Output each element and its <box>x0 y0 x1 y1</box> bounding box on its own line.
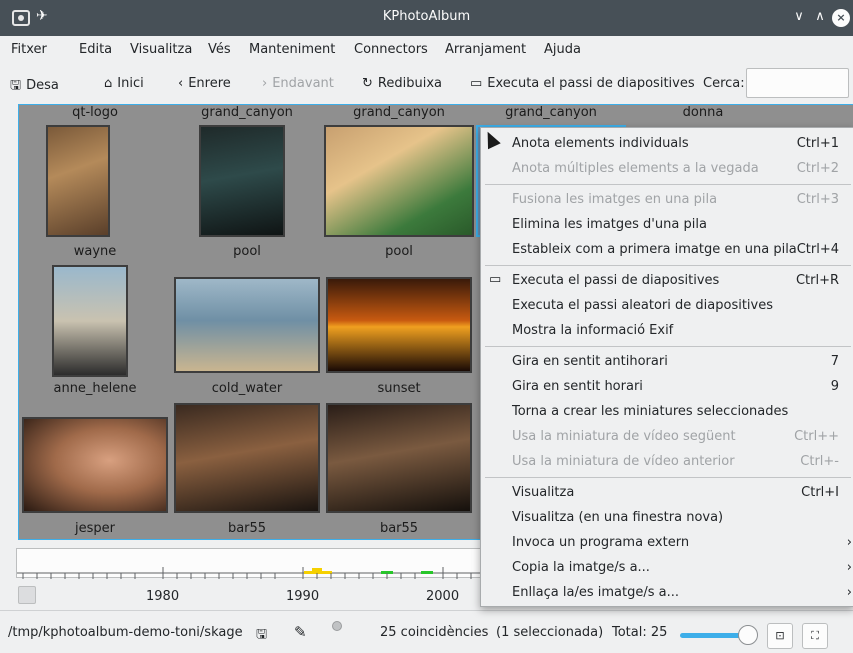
fullscreen-icon: ⛶ <box>811 629 819 642</box>
thumbnail-size-slider-handle[interactable] <box>738 625 758 645</box>
thumbnail-image[interactable] <box>326 403 472 513</box>
thumbnail-image[interactable] <box>52 265 128 377</box>
menu-ajuda[interactable]: Ajuda <box>544 42 581 57</box>
menu-ves[interactable]: Vés <box>208 42 231 57</box>
thumbnail-image[interactable] <box>326 277 472 373</box>
fullscreen-button[interactable]: ⛶ <box>802 623 828 649</box>
thumbnail-image[interactable] <box>22 417 168 513</box>
menu-item-merge-stack[interactable]: Fusiona les imatges en una pila Ctrl+3 <box>481 188 853 212</box>
timeline-scroll-button[interactable] <box>18 586 36 604</box>
thumb-label: donna <box>682 105 724 120</box>
chevron-left-icon: ‹ <box>178 76 184 91</box>
menu-item-annotate-multiple[interactable]: Anota múltiples elements a la vegada Ctrl… <box>481 157 853 181</box>
menu-item-link-to[interactable]: Enllaça la/es imatge/s a... › <box>481 581 853 605</box>
menu-item-random-slideshow[interactable]: Executa el passi aleatori de diapositive… <box>481 294 853 318</box>
thumb-label: pool <box>233 244 261 259</box>
menu-item-slideshow[interactable]: ▭ Executa el passi de diapositives Ctrl+R <box>481 269 853 293</box>
menu-item-show-exif[interactable]: Mostra la informació Exif <box>481 319 853 343</box>
menu-manteniment[interactable]: Manteniment <box>249 42 335 57</box>
thumb-label: anne_helene <box>53 381 137 396</box>
status-path: /tmp/kphotoalbum-demo-toni/skage <box>8 625 243 640</box>
save-button[interactable]: 🖫 Desa <box>10 76 59 98</box>
menu-item-view[interactable]: Visualitza Ctrl+I <box>481 481 853 505</box>
title-bar: ✈ KPhotoAlbum ∨ ∧ × <box>0 0 853 36</box>
thumb-label: sunset <box>377 381 421 396</box>
forward-button[interactable]: › Endavant <box>262 76 334 91</box>
timeline-year: 1990 <box>286 589 320 604</box>
thumbnail-image[interactable] <box>324 125 474 237</box>
status-led-icon <box>332 621 342 631</box>
save-status-icon: 🖫 <box>256 627 268 642</box>
menu-item-rotate-ccw[interactable]: Gira en sentit antihorari 7 <box>481 350 853 374</box>
status-bar: /tmp/kphotoalbum-demo-toni/skage 🖫 ✎ 25 … <box>0 610 853 653</box>
context-menu: Anota elements individuals Ctrl+1 Anota m… <box>480 127 853 607</box>
menu-item-set-first-in-stack[interactable]: Estableix com a primera imatge en una pi… <box>481 238 853 262</box>
minimize-button[interactable]: ∨ <box>790 8 808 26</box>
toolbar: 🖫 Desa ⌂ Inici ‹ Enrere › Endavant ↻ Redibuix… <box>0 64 853 104</box>
menu-item-next-video-thumb[interactable]: Usa la miniatura de vídeo següent Ctrl++ <box>481 425 853 449</box>
thumbnail-image[interactable] <box>174 403 320 513</box>
thumbnail-size-slider[interactable] <box>680 633 746 638</box>
lock-icon[interactable]: ✎ <box>294 623 307 641</box>
search-label: Cerca: <box>703 76 745 91</box>
save-icon: 🖫 <box>10 78 22 93</box>
menu-edita[interactable]: Edita <box>79 42 112 57</box>
close-button[interactable]: × <box>832 9 850 27</box>
thumb-label: jesper <box>75 521 115 536</box>
menu-visualitza[interactable]: Visualitza <box>130 42 192 57</box>
maximize-button[interactable]: ∧ <box>811 8 829 26</box>
chevron-right-icon: › <box>846 535 852 550</box>
menu-separator <box>485 265 851 266</box>
fit-view-button[interactable]: ⊡ <box>767 623 793 649</box>
menu-item-rotate-cw[interactable]: Gira en sentit horari 9 <box>481 375 853 399</box>
menu-item-previous-video-thumb[interactable]: Usa la miniatura de vídeo anterior Ctrl+- <box>481 450 853 474</box>
redraw-icon: ↻ <box>362 76 373 91</box>
search-input[interactable] <box>746 68 849 98</box>
thumb-label: grand_canyon <box>201 105 293 120</box>
thumb-label: pool <box>385 244 413 259</box>
thumb-label: qt-logo <box>72 105 118 120</box>
chevron-right-icon: › <box>846 560 852 575</box>
home-button[interactable]: ⌂ Inici <box>104 76 144 91</box>
zoom-fit-icon: ⊡ <box>775 629 785 642</box>
chevron-right-icon: › <box>846 585 852 600</box>
menu-arranjament[interactable]: Arranjament <box>445 42 526 57</box>
menu-bar: Fitxer Edita Visualitza Vés Manteniment … <box>0 36 853 64</box>
slideshow-icon: ▭ <box>489 272 502 287</box>
menu-connectors[interactable]: Connectors <box>354 42 428 57</box>
menu-fitxer[interactable]: Fitxer <box>11 42 47 57</box>
total-count: Total: 25 <box>612 625 668 640</box>
slideshow-icon: ▭ <box>470 76 483 91</box>
timeline-year: 2000 <box>426 589 460 604</box>
menu-separator <box>485 184 851 185</box>
thumb-label: bar55 <box>227 521 267 536</box>
menu-item-annotate-single[interactable]: Anota elements individuals Ctrl+1 <box>481 132 853 156</box>
menu-item-invoke-external[interactable]: Invoca un programa extern › <box>481 531 853 555</box>
thumbnail-image[interactable] <box>199 125 285 237</box>
timeline-year: 1980 <box>146 589 180 604</box>
thumb-label: grand_canyon <box>505 105 597 120</box>
thumb-label: wayne <box>73 244 117 259</box>
menu-item-copy-to[interactable]: Copia la imatge/s a... › <box>481 556 853 580</box>
match-count: 25 coincidències <box>380 625 489 640</box>
slideshow-button[interactable]: ▭ Executa el passi de diapositives <box>470 76 695 91</box>
menu-separator <box>485 346 851 347</box>
thumb-label: bar55 <box>379 521 419 536</box>
back-button[interactable]: ‹ Enrere <box>178 76 231 91</box>
thumb-label: cold_water <box>211 381 283 396</box>
home-icon: ⌂ <box>104 76 113 91</box>
thumb-label: grand_canyon <box>353 105 445 120</box>
menu-item-recreate-thumbnails[interactable]: Torna a crear les miniatures seleccionad… <box>481 400 853 424</box>
selection-count: (1 seleccionada) <box>496 625 604 640</box>
chevron-right-icon: › <box>262 76 268 91</box>
thumbnail-image[interactable] <box>46 125 110 237</box>
menu-item-remove-stack[interactable]: Elimina les imatges d'una pila <box>481 213 853 237</box>
menu-separator <box>485 477 851 478</box>
thumbnail-image[interactable] <box>174 277 320 373</box>
menu-item-view-new-window[interactable]: Visualitza (en una finestra nova) <box>481 506 853 530</box>
window-title: KPhotoAlbum <box>382 9 471 24</box>
redraw-button[interactable]: ↻ Redibuixa <box>362 76 442 91</box>
